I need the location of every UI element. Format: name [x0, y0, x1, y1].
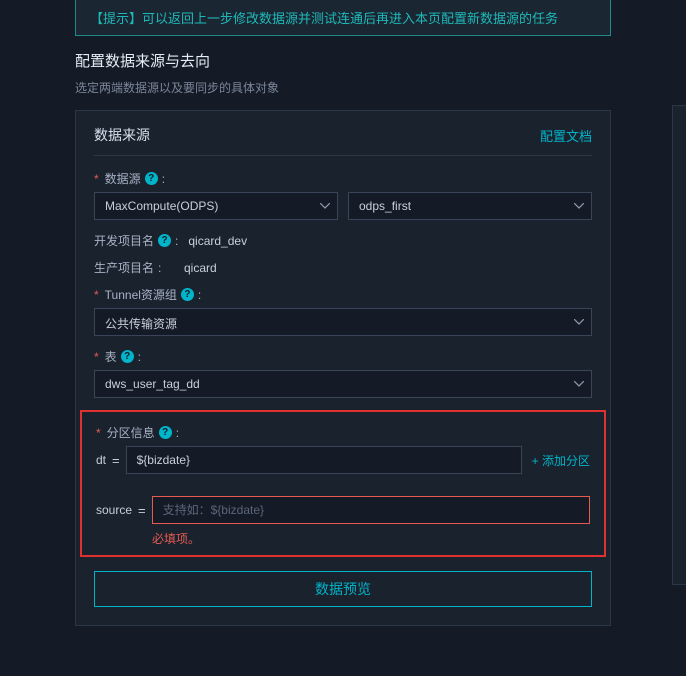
datasource-type-select-wrap[interactable]: MaxCompute(ODPS)	[94, 192, 338, 220]
required-mark: *	[94, 288, 99, 302]
dev-project-label: 开发项目名 ? :	[94, 232, 178, 249]
dev-project-row: 开发项目名 ? : qicard_dev	[94, 232, 592, 249]
help-icon[interactable]: ?	[158, 234, 171, 247]
datasource-name-select[interactable]: odps_first	[348, 192, 592, 220]
colon: :	[176, 426, 179, 440]
table-select[interactable]: dws_user_tag_dd	[94, 370, 592, 398]
equals-sign: =	[112, 453, 120, 468]
colon: :	[175, 234, 178, 248]
add-partition-link[interactable]: + 添加分区	[532, 452, 590, 469]
table-label: * 表 ? :	[94, 348, 592, 365]
required-mark: *	[94, 350, 99, 364]
panel-header: 数据来源 配置文档	[94, 125, 592, 156]
section-title: 配置数据来源与去向	[75, 50, 611, 71]
dev-project-value: qicard_dev	[188, 234, 247, 248]
partition-key-dt: dt	[96, 453, 106, 467]
table-select-wrap[interactable]: dws_user_tag_dd	[94, 370, 592, 398]
partition-highlight-box: * 分区信息 ? : dt = + 添加分区 source = 必填项	[80, 410, 606, 557]
partition-row-dt: dt = + 添加分区	[96, 446, 590, 474]
adjacent-panel-edge	[672, 105, 686, 585]
equals-sign: =	[138, 503, 146, 518]
section-subtitle: 选定两端数据源以及要同步的具体对象	[75, 79, 611, 96]
prod-project-label-text: 生产项目名	[94, 259, 154, 276]
validation-error-text: 必填项。	[152, 530, 590, 547]
datasource-label: * 数据源 ? :	[94, 170, 592, 187]
prod-project-label: 生产项目名 :	[94, 259, 174, 276]
help-icon[interactable]: ?	[121, 350, 134, 363]
colon: :	[158, 261, 161, 275]
datasource-selects: MaxCompute(ODPS) odps_first	[94, 192, 592, 220]
panel-title: 数据来源	[94, 125, 150, 145]
partition-row-source: source =	[96, 496, 590, 524]
datasource-name-select-wrap[interactable]: odps_first	[348, 192, 592, 220]
dev-project-label-text: 开发项目名	[94, 232, 154, 249]
partition-key-source: source	[96, 503, 132, 517]
data-preview-button[interactable]: 数据预览	[94, 571, 592, 607]
colon: :	[162, 172, 165, 186]
tunnel-select-wrap[interactable]: 公共传输资源	[94, 308, 592, 336]
tip-text: 【提示】可以返回上一步修改数据源并测试连通后再进入本页配置新数据源的任务	[90, 11, 558, 26]
datasource-row: * 数据源 ? : MaxCompute(ODPS) odps_first	[94, 170, 592, 220]
partition-value-dt-input[interactable]	[126, 446, 522, 474]
colon: :	[198, 288, 201, 302]
section-config: 配置数据来源与去向 选定两端数据源以及要同步的具体对象 数据来源 配置文档 * …	[0, 36, 686, 626]
partition-label: * 分区信息 ? :	[96, 424, 590, 441]
tunnel-row: * Tunnel资源组 ? : 公共传输资源	[94, 286, 592, 336]
tunnel-select[interactable]: 公共传输资源	[94, 308, 592, 336]
tunnel-label: * Tunnel资源组 ? :	[94, 286, 592, 303]
partition-label-text: 分区信息	[107, 424, 155, 441]
datasource-label-text: 数据源	[105, 170, 141, 187]
table-label-text: 表	[105, 348, 117, 365]
tip-banner: 【提示】可以返回上一步修改数据源并测试连通后再进入本页配置新数据源的任务	[75, 0, 611, 36]
table-row: * 表 ? : dws_user_tag_dd	[94, 348, 592, 398]
help-icon[interactable]: ?	[145, 172, 158, 185]
prod-project-value: qicard	[184, 261, 217, 275]
help-icon[interactable]: ?	[181, 288, 194, 301]
help-icon[interactable]: ?	[159, 426, 172, 439]
prod-project-row: 生产项目名 : qicard	[94, 259, 592, 276]
panel-data-source: 数据来源 配置文档 * 数据源 ? : MaxCompute(ODPS) odp…	[75, 110, 611, 626]
required-mark: *	[94, 172, 99, 186]
partition-value-source-input[interactable]	[152, 496, 590, 524]
config-doc-link[interactable]: 配置文档	[540, 126, 592, 145]
datasource-type-select[interactable]: MaxCompute(ODPS)	[94, 192, 338, 220]
colon: :	[138, 350, 141, 364]
required-mark: *	[96, 426, 101, 440]
tunnel-label-text: Tunnel资源组	[105, 286, 177, 303]
